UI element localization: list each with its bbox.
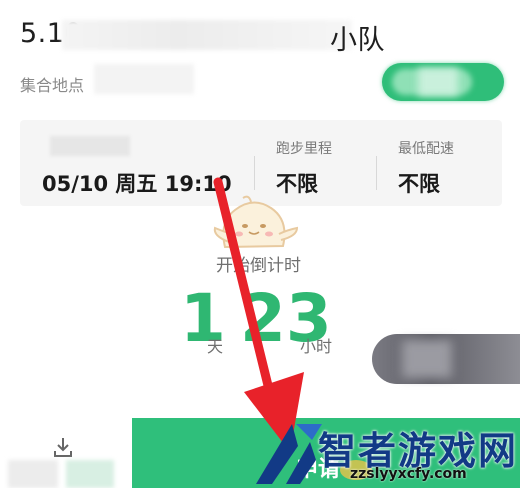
- floating-action-redacted[interactable]: [372, 334, 520, 384]
- download-label-redacted: [66, 460, 114, 488]
- pace-column: 最低配速 不限: [398, 120, 502, 206]
- watermark-url: zzslyyxcfy.com: [350, 466, 467, 482]
- time-value: 05/10 周五 19:10: [42, 172, 232, 196]
- divider: [376, 156, 377, 190]
- toggle-blur-highlight: [418, 68, 458, 96]
- title-suffix: 小队: [330, 25, 385, 56]
- title-redacted: [62, 20, 352, 50]
- download-label-redacted: [8, 460, 58, 488]
- time-label-redacted: [50, 136, 130, 156]
- distance-label: 跑步里程: [276, 141, 332, 157]
- floating-blur: [402, 340, 452, 378]
- download-icon: [54, 438, 72, 457]
- meeting-point-redacted: [94, 64, 194, 94]
- pace-value: 不限: [398, 172, 440, 196]
- countdown-hours-unit: 小时: [300, 337, 333, 356]
- countdown-label: 开始倒计时: [216, 256, 301, 276]
- divider: [254, 156, 255, 190]
- countdown-days-unit: 天: [207, 337, 224, 356]
- meeting-point-label: 集合地点: [20, 76, 85, 95]
- pace-label: 最低配速: [398, 141, 454, 157]
- status-toggle-button[interactable]: [382, 63, 504, 101]
